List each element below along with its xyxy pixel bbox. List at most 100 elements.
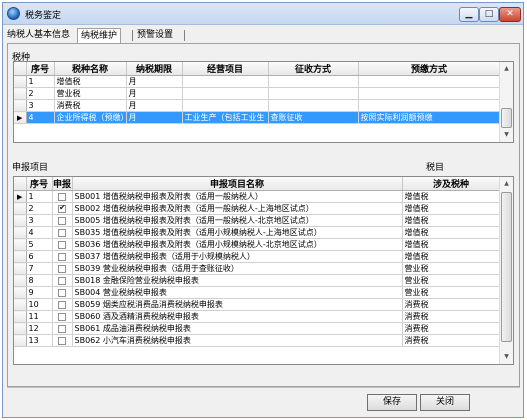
table-row[interactable]: 7 SB039 营业税纳税申报表（适用于查账征收） 营业税	[14, 262, 501, 275]
declare-checkbox[interactable]	[58, 312, 66, 321]
row-indicator[interactable]	[14, 87, 27, 100]
declare-item-name-cell[interactable]: SB059 烟类应税消费品消费税纳税申报表	[72, 298, 403, 311]
table-row[interactable]: 2 营业税 月	[14, 87, 501, 100]
scroll-down-arrow-icon[interactable]: ▼	[500, 128, 513, 142]
row-indicator[interactable]	[14, 214, 27, 227]
column-header[interactable]: 税种名称	[54, 62, 127, 76]
column-header[interactable]: 纳税期限	[126, 62, 183, 76]
table-row[interactable]: 8 SB018 金融保险营业税纳税申报表 营业税	[14, 274, 501, 287]
table-row[interactable]: 1 增值税 月	[14, 75, 501, 88]
row-indicator[interactable]	[14, 99, 27, 112]
scrollbar-thumb[interactable]	[501, 108, 512, 128]
column-header[interactable]: 经营项目	[182, 62, 269, 76]
related-tax-cell[interactable]: 增值税	[402, 226, 501, 239]
table-row[interactable]: ▶ 1 SB001 增值税纳税申报表及附表（适用一般纳税人） 增值税	[14, 190, 501, 203]
table-row[interactable]: 5 SB036 增值税纳税申报表及附表（适用小规模纳税人-北京地区试点） 增值税	[14, 238, 501, 251]
table-row[interactable]: 13 SB062 小汽车消费税纳税申报表 消费税	[14, 334, 501, 347]
related-tax-cell[interactable]: 营业税	[402, 274, 501, 287]
row-indicator[interactable]: ▶	[14, 190, 27, 203]
declare-checkbox[interactable]	[58, 300, 66, 309]
business-item-cell[interactable]	[182, 75, 269, 88]
tax-name-cell[interactable]: 消费税	[54, 99, 127, 112]
related-tax-cell[interactable]: 消费税	[402, 322, 501, 335]
column-header[interactable]: 征收方式	[268, 62, 359, 76]
tax-period-cell[interactable]: 月	[126, 75, 183, 88]
prepay-method-cell[interactable]: 按照实际利润额预缴	[358, 111, 501, 124]
scroll-up-arrow-icon[interactable]: ▲	[500, 62, 513, 76]
prepay-method-cell[interactable]	[358, 75, 501, 88]
declare-item-name-cell[interactable]: SB001 增值税纳税申报表及附表（适用一般纳税人）	[72, 190, 403, 203]
table-row[interactable]: 2SB002 增值税纳税申报表及附表（适用一般纳税人-上海地区试点）增值税	[14, 202, 501, 215]
tax-period-cell[interactable]: 月	[126, 111, 183, 124]
maximize-button[interactable]: □	[479, 7, 499, 22]
tax-grid-scrollbar[interactable]: ▲ ▼	[499, 62, 513, 142]
column-header[interactable]: 序号	[26, 177, 53, 191]
table-row[interactable]: 4 SB035 增值税纳税申报表及附表（适用小规模纳税人-上海地区试点） 增值税	[14, 226, 501, 239]
table-row[interactable]: 11 SB060 酒及酒精消费税纳税申报表 消费税	[14, 310, 501, 323]
declare-checkbox[interactable]	[58, 264, 66, 273]
row-indicator[interactable]	[14, 226, 27, 239]
scroll-down-arrow-icon[interactable]: ▼	[500, 350, 513, 364]
tab-taxpayer-info[interactable]: 纳税人基本信息	[7, 28, 70, 43]
business-item-cell[interactable]	[182, 99, 269, 112]
table-row[interactable]: 9 SB004 营业税纳税申报表 营业税	[14, 286, 501, 299]
tax-name-cell[interactable]: 营业税	[54, 87, 127, 100]
related-tax-cell[interactable]: 营业税	[402, 286, 501, 299]
collection-method-cell[interactable]: 查账征收	[268, 111, 359, 124]
table-row[interactable]: 12 SB061 成品油消费税纳税申报表 消费税	[14, 322, 501, 335]
row-indicator[interactable]	[14, 310, 27, 323]
row-indicator[interactable]	[14, 250, 27, 263]
business-item-cell[interactable]: 工业生产（包括工业生	[182, 111, 269, 124]
table-row[interactable]: 3 消费税 月	[14, 99, 501, 112]
declare-item-name-cell[interactable]: SB002 增值税纳税申报表及附表（适用一般纳税人-上海地区试点）	[72, 202, 403, 215]
table-row-selected[interactable]: ▶ 4 企业所得税（预缴） 月 工业生产（包括工业生 查账征收 按照实际利润额预…	[14, 111, 501, 124]
declare-checkbox[interactable]	[58, 336, 66, 345]
tax-name-cell[interactable]: 增值税	[54, 75, 127, 88]
table-row[interactable]: 3 SB005 增值税纳税申报表及附表（适用一般纳税人-北京地区试点） 增值税	[14, 214, 501, 227]
related-tax-cell[interactable]: 消费税	[402, 334, 501, 347]
column-header[interactable]: 序号	[26, 62, 55, 76]
declare-item-name-cell[interactable]: SB004 营业税纳税申报表	[72, 286, 403, 299]
declare-item-name-cell[interactable]: SB005 增值税纳税申报表及附表（适用一般纳税人-北京地区试点）	[72, 214, 403, 227]
declare-grid-scrollbar[interactable]: ▲ ▼	[499, 177, 513, 364]
declare-item-name-cell[interactable]: SB037 增值税纳税申报表（适用于小规模纳税人）	[72, 250, 403, 263]
table-row[interactable]: 6 SB037 增值税纳税申报表（适用于小规模纳税人） 增值税	[14, 250, 501, 263]
row-indicator[interactable]	[14, 334, 27, 347]
scroll-up-arrow-icon[interactable]: ▲	[500, 177, 513, 191]
related-tax-cell[interactable]: 增值税	[402, 250, 501, 263]
related-tax-cell[interactable]: 增值税	[402, 190, 501, 203]
related-tax-cell[interactable]: 消费税	[402, 310, 501, 323]
declare-item-name-cell[interactable]: SB039 营业税纳税申报表（适用于查账征收）	[72, 262, 403, 275]
tax-period-cell[interactable]: 月	[126, 87, 183, 100]
declare-checkbox[interactable]	[58, 216, 66, 225]
related-tax-cell[interactable]: 增值税	[402, 214, 501, 227]
declare-checkbox[interactable]	[58, 203, 66, 213]
tax-name-cell[interactable]: 企业所得税（预缴）	[54, 111, 127, 124]
tab-alert-settings[interactable]: 预警设置	[137, 28, 173, 43]
collection-method-cell[interactable]	[268, 87, 359, 100]
declare-checkbox[interactable]	[58, 252, 66, 261]
column-header[interactable]: 涉及税种	[402, 177, 501, 191]
row-indicator[interactable]	[14, 286, 27, 299]
tax-period-cell[interactable]: 月	[126, 99, 183, 112]
row-indicator[interactable]	[14, 238, 27, 251]
scrollbar-thumb[interactable]	[501, 192, 512, 342]
minimize-button[interactable]: ▁	[459, 7, 479, 22]
close-button[interactable]: 关闭	[420, 394, 470, 411]
row-indicator[interactable]	[14, 262, 27, 275]
column-header[interactable]: 申报项目名称	[72, 177, 403, 191]
declare-checkbox[interactable]	[58, 240, 66, 249]
prepay-method-cell[interactable]	[358, 87, 501, 100]
save-button[interactable]: 保存	[367, 394, 417, 411]
row-indicator[interactable]	[14, 274, 27, 287]
business-item-cell[interactable]	[182, 87, 269, 100]
close-window-button[interactable]: ✕	[499, 7, 521, 22]
tab-tax-maintenance[interactable]: 纳税维护	[77, 28, 122, 43]
declare-item-name-cell[interactable]: SB062 小汽车消费税纳税申报表	[72, 334, 403, 347]
declare-checkbox[interactable]	[58, 192, 66, 201]
declare-item-name-cell[interactable]: SB035 增值税纳税申报表及附表（适用小规模纳税人-上海地区试点）	[72, 226, 403, 239]
table-row[interactable]: 10 SB059 烟类应税消费品消费税纳税申报表 消费税	[14, 298, 501, 311]
row-indicator[interactable]	[14, 298, 27, 311]
declare-checkbox[interactable]	[58, 288, 66, 297]
declare-item-name-cell[interactable]: SB060 酒及酒精消费税纳税申报表	[72, 310, 403, 323]
